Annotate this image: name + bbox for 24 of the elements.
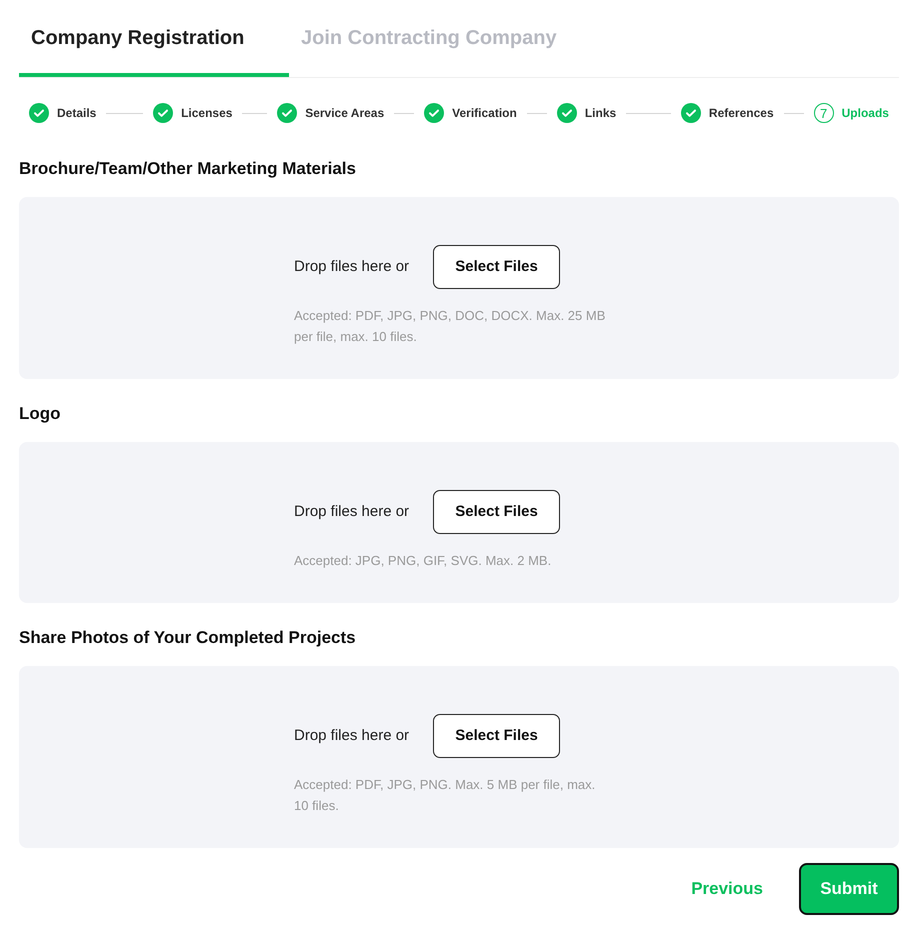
- accepted-files-hint: Accepted: PDF, JPG, PNG. Max. 5 MB per file, max. 10 files.: [294, 776, 596, 815]
- section-heading: Logo: [19, 403, 62, 425]
- step-label: Licenses: [181, 105, 232, 122]
- accepted-files-hint: Accepted: PDF, JPG, PNG, DOC, DOCX. Max. 25 MB per file, max. 10 files.: [294, 307, 606, 346]
- step-number: 7: [814, 103, 834, 123]
- step-label: Verification: [452, 105, 517, 122]
- accepted-files-hint: Accepted: JPG, PNG, GIF, SVG. Max. 2 MB.: [294, 552, 552, 570]
- step-label: Details: [57, 105, 96, 122]
- drop-zone[interactable]: Drop files here or Select Files Accepted: JPG, PNG, GIF, SVG. Max. 2 MB.: [19, 442, 899, 603]
- step-label: Uploads: [842, 105, 889, 122]
- select-files-button[interactable]: Select Files: [433, 490, 560, 534]
- tab[interactable]: Company Registration: [19, 0, 289, 77]
- select-files-button[interactable]: Select Files: [433, 245, 560, 289]
- drop-files-text: Drop files here or: [294, 502, 410, 522]
- drop-files-text: Drop files here or: [294, 726, 410, 746]
- section-heading: Brochure/Team/Other Marketing Materials: [19, 158, 357, 180]
- step-label: Links: [584, 105, 616, 122]
- drop-zone[interactable]: Drop files here or Select Files Accepted: PDF, JPG, PNG. Max. 5 MB per file, max. 10 files.: [19, 666, 899, 848]
- select-files-button[interactable]: Select Files: [433, 714, 560, 758]
- step-label: Service Areas: [305, 105, 384, 122]
- step-label: References: [708, 105, 774, 122]
- section-heading: Share Photos of Your Completed Projects: [19, 627, 357, 649]
- drop-files-text: Drop files here or: [294, 256, 410, 277]
- drop-zone[interactable]: Drop files here or Select Files Accepted: PDF, JPG, PNG, DOC, DOCX. Max. 25 MB per file, max. 10 files.: [19, 197, 899, 379]
